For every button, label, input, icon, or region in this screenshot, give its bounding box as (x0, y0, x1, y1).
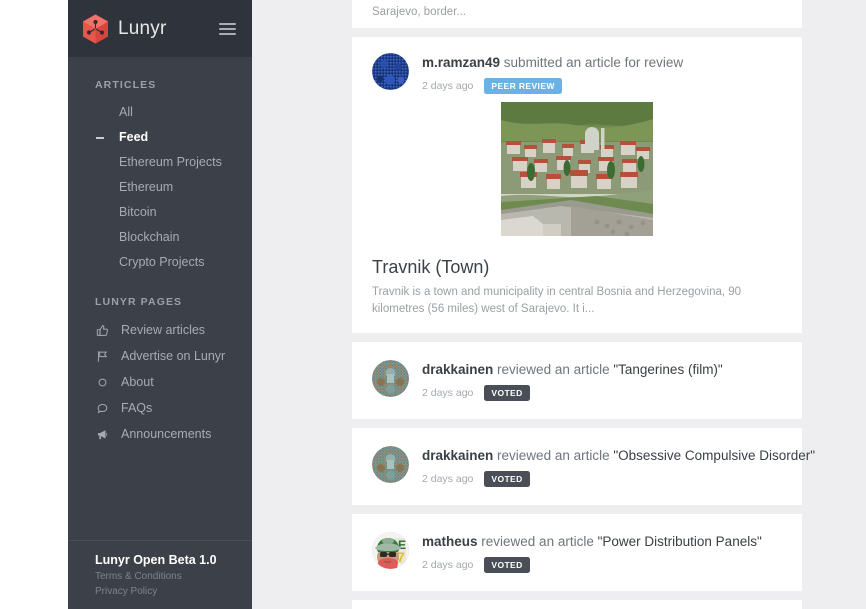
avatar[interactable]: E 7 (372, 532, 409, 569)
post-header: E 7 matheus reviewed an article "Power D… (372, 532, 782, 573)
post-username[interactable]: matheus (422, 534, 478, 549)
truncated-excerpt: Sarajevo, border... (372, 6, 466, 18)
post-meta: drakkainen reviewed an article "Obsessiv… (422, 446, 815, 487)
privacy-link[interactable]: Privacy Policy (95, 584, 252, 599)
article-preview-image-wrap (372, 94, 782, 241)
sidebar-item-announcements[interactable]: Announcements (68, 421, 252, 447)
thumbs-up-icon (95, 323, 110, 338)
avatar[interactable] (372, 360, 409, 397)
avatar[interactable] (372, 53, 409, 90)
post-meta: matheus reviewed an article "Power Distr… (422, 532, 762, 573)
sidebar-item-all[interactable]: All (68, 100, 252, 125)
feed-card-review-ocd[interactable]: drakkainen reviewed an article "Obsessiv… (352, 428, 815, 505)
hamburger-icon[interactable] (219, 20, 236, 38)
feed-card-truncated-top[interactable]: Sarajevo, border... (352, 0, 802, 28)
post-timestamp: 2 days ago (422, 387, 474, 399)
flag-icon (95, 349, 110, 364)
post-subline: 2 days ago PEER REVIEW (422, 78, 683, 94)
status-badge: VOTED (484, 557, 530, 573)
sidebar-header: Lunyr (68, 0, 252, 57)
sidebar-page-label: Announcements (121, 427, 212, 441)
feed-card-review-power-panels[interactable]: E 7 matheus reviewed an article "Power D… (352, 514, 802, 591)
sidebar-item-bitcoin[interactable]: Bitcoin (68, 200, 252, 225)
post-username[interactable]: drakkainen (422, 448, 493, 463)
sidebar-item-feed[interactable]: Feed (68, 125, 252, 150)
post-username[interactable]: drakkainen (422, 362, 493, 377)
post-action: reviewed an article (493, 448, 614, 463)
post-timestamp: 2 days ago (422, 473, 474, 485)
terms-link[interactable]: Terms & Conditions (95, 569, 252, 584)
post-headline: drakkainen reviewed an article "Tangerin… (422, 361, 723, 379)
post-header: drakkainen reviewed an article "Tangerin… (372, 360, 782, 401)
avatar[interactable] (372, 446, 409, 483)
article-title[interactable]: Travnik (Town) (372, 241, 782, 284)
post-header: m.ramzan49 submitted an article for revi… (372, 53, 782, 94)
brand[interactable]: Lunyr (82, 14, 167, 44)
left-gutter (0, 0, 68, 609)
sidebar-page-label: FAQs (121, 401, 153, 415)
version-label: Lunyr Open Beta 1.0 (95, 553, 217, 567)
status-badge: VOTED (484, 385, 530, 401)
sidebar-page-label: Review articles (121, 323, 206, 337)
post-article-title[interactable]: "Power Distribution Panels" (598, 534, 762, 549)
info-circle-icon (95, 375, 110, 390)
identicon-teal-icon (372, 446, 409, 483)
brand-name: Lunyr (118, 17, 167, 39)
identicon-teal-icon (372, 360, 409, 397)
activity-feed: Sarajevo, border... m.ramzan49 submitted… (252, 0, 866, 609)
feed-card-review-pipettes[interactable]: E 7 (352, 600, 802, 609)
main-content: Sarajevo, border... m.ramzan49 submitted… (252, 0, 866, 609)
feed-card-submitted-article[interactable]: m.ramzan49 submitted an article for revi… (352, 37, 802, 333)
post-subline: 2 days ago VOTED (422, 385, 723, 401)
app-root: Lunyr ARTICLES All Feed Ethereum Project… (0, 0, 866, 609)
speech-bubble-icon (95, 401, 110, 416)
active-dash-icon (96, 136, 104, 139)
status-badge: VOTED (484, 471, 530, 487)
post-article-title[interactable]: "Obsessive Compulsive Disorder" (613, 448, 815, 463)
post-subline: 2 days ago VOTED (422, 471, 782, 487)
sidebar-item-advertise[interactable]: Advertise on Lunyr (68, 343, 252, 369)
sidebar-item-review-articles[interactable]: Review articles (68, 317, 252, 343)
megaphone-icon (95, 427, 110, 442)
sidebar-item-crypto-projects[interactable]: Crypto Projects (68, 250, 252, 275)
sidebar-item-feed-label: Feed (119, 130, 149, 144)
cartoon-helmet-avatar-icon: E 7 (372, 532, 409, 569)
articles-section-title: ARTICLES (95, 79, 157, 91)
post-header: drakkainen reviewed an article "Obsessiv… (372, 446, 815, 487)
post-article-title[interactable]: "Tangerines (film)" (613, 362, 722, 377)
status-badge: PEER REVIEW (484, 78, 562, 94)
pages-section-title: LUNYR PAGES (95, 296, 183, 308)
post-meta: m.ramzan49 submitted an article for revi… (422, 53, 683, 94)
post-timestamp: 2 days ago (422, 80, 474, 92)
post-headline: matheus reviewed an article "Power Distr… (422, 533, 762, 551)
identicon-blue-icon (372, 53, 409, 90)
sidebar-item-about[interactable]: About (68, 369, 252, 395)
sidebar-item-ethereum[interactable]: Ethereum (68, 175, 252, 200)
sidebar-item-ethereum-projects[interactable]: Ethereum Projects (68, 150, 252, 175)
post-username[interactable]: m.ramzan49 (422, 55, 500, 70)
sidebar-page-label: Advertise on Lunyr (121, 349, 226, 363)
post-action: reviewed an article (493, 362, 614, 377)
sidebar-footer: Lunyr Open Beta 1.0 Terms & Conditions P… (68, 540, 252, 609)
post-action: submitted an article for review (500, 55, 684, 70)
post-meta: drakkainen reviewed an article "Tangerin… (422, 360, 723, 401)
sidebar-item-blockchain[interactable]: Blockchain (68, 225, 252, 250)
feed-card-review-tangerines[interactable]: drakkainen reviewed an article "Tangerin… (352, 342, 802, 419)
sidebar-page-label: About (121, 375, 154, 389)
post-timestamp: 2 days ago (422, 559, 474, 571)
post-headline: drakkainen reviewed an article "Obsessiv… (422, 447, 815, 465)
post-action: reviewed an article (477, 534, 598, 549)
post-subline: 2 days ago VOTED (422, 557, 762, 573)
article-excerpt: Travnik is a town and municipality in ce… (372, 286, 742, 315)
sidebar: Lunyr ARTICLES All Feed Ethereum Project… (68, 0, 252, 609)
sidebar-item-faqs[interactable]: FAQs (68, 395, 252, 421)
sidebar-nav: ARTICLES All Feed Ethereum Projects Ethe… (68, 57, 252, 609)
post-headline: m.ramzan49 submitted an article for revi… (422, 54, 683, 72)
travnik-town-photo[interactable] (501, 102, 653, 237)
articles-nav-list: All Feed Ethereum Projects Ethereum Bitc… (68, 100, 252, 275)
lunyr-cube-logo-icon (82, 14, 109, 44)
